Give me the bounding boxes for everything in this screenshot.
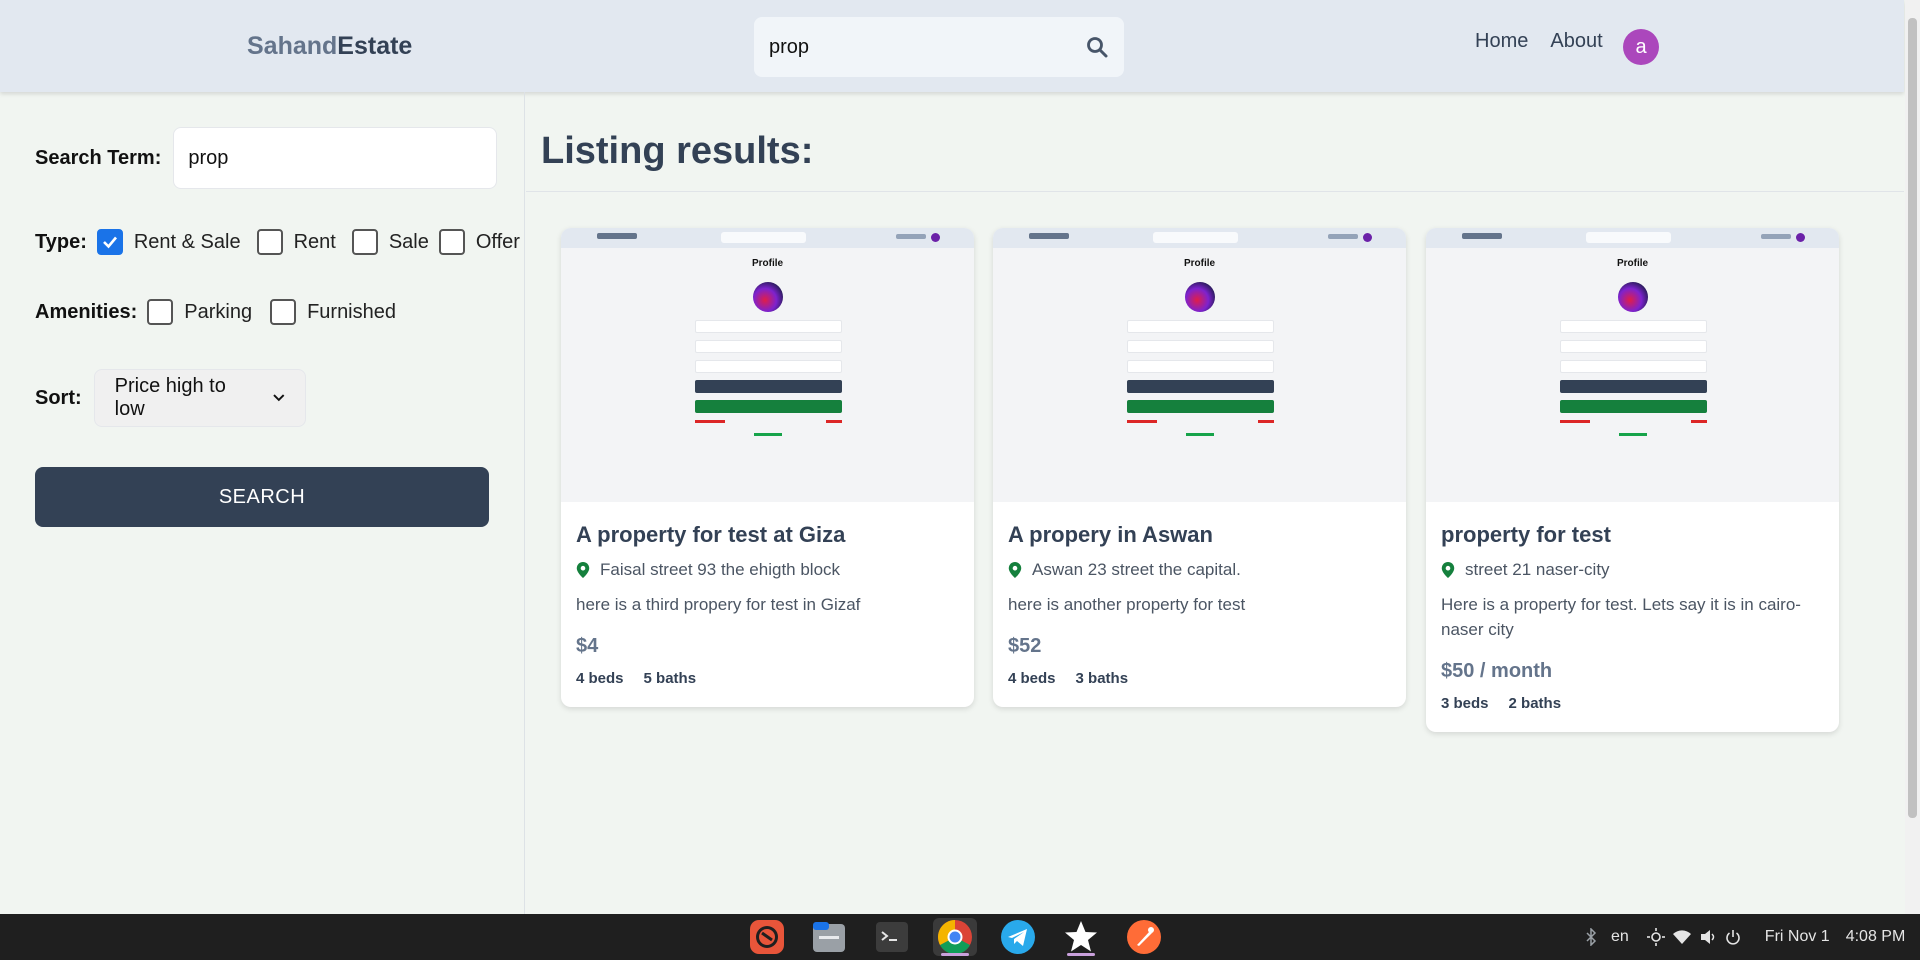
amenities-row: Amenities: Parking Furnished xyxy=(35,299,396,325)
postman-icon xyxy=(1127,920,1161,954)
files-icon xyxy=(813,922,845,952)
screenshot-app[interactable] xyxy=(745,918,789,956)
rent-sale-label: Rent & Sale xyxy=(133,230,241,253)
nav-about-link[interactable]: About xyxy=(1550,30,1602,53)
page-title: Listing results: xyxy=(541,130,814,172)
header-search-input[interactable] xyxy=(769,35,1085,59)
top-header: SahandEstate Home About a xyxy=(0,0,1904,92)
star-app[interactable] xyxy=(1059,918,1103,956)
star-icon xyxy=(1065,921,1097,952)
page-scrollbar[interactable] xyxy=(1905,0,1920,914)
type-row: Type: Rent & Sale Rent Sale Offer xyxy=(35,229,520,255)
listing-address-text: Faisal street 93 the ehigth block xyxy=(600,560,841,579)
listing-address: street 21 naser-city xyxy=(1441,560,1824,580)
listing-title[interactable]: A property for test at Giza xyxy=(576,522,959,548)
listing-description: here is a third propery for test in Giza… xyxy=(576,595,861,614)
power-icon xyxy=(1726,930,1740,945)
listing-card[interactable]: Profile property for test street 21 nase… xyxy=(1426,228,1839,732)
offer-label: Offer xyxy=(475,230,520,253)
search-button[interactable]: SEARCH xyxy=(35,467,489,527)
sale-label: Sale xyxy=(388,230,429,253)
bluetooth-icon xyxy=(1586,928,1597,946)
rent-sale-checkbox[interactable] xyxy=(96,229,123,255)
parking-checkbox[interactable] xyxy=(147,299,174,325)
listing-beds: 4 beds xyxy=(1008,670,1056,687)
listing-price: $52 xyxy=(1008,635,1042,657)
listing-baths: 3 baths xyxy=(1075,670,1129,687)
location-pin-icon xyxy=(1008,562,1022,578)
scrollbar-thumb[interactable] xyxy=(1908,18,1917,818)
screenshot-icon xyxy=(750,920,784,954)
chrome-app[interactable] xyxy=(933,918,977,956)
listing-baths: 5 baths xyxy=(643,670,697,687)
sale-checkbox[interactable] xyxy=(351,229,378,255)
terminal-app[interactable] xyxy=(870,918,914,956)
postman-app[interactable] xyxy=(1122,918,1166,956)
listing-description: here is another property for test xyxy=(1008,595,1246,614)
listing-price: $50 / month xyxy=(1441,660,1553,682)
telegram-app[interactable] xyxy=(996,918,1040,956)
logo-part1: Sahand xyxy=(247,32,338,60)
wifi-icon xyxy=(1672,930,1691,944)
location-pin-icon xyxy=(1441,562,1455,578)
listing-card[interactable]: Profile A property for test at Giza Fais… xyxy=(561,228,974,707)
time-display: 4:08 PM xyxy=(1845,928,1906,945)
listing-beds: 3 beds xyxy=(1441,695,1489,712)
search-term-label: Search Term: xyxy=(35,146,162,169)
listing-address: Aswan 23 street the capital. xyxy=(1008,560,1391,580)
listing-image[interactable]: Profile xyxy=(1426,228,1839,502)
main-nav: Home About xyxy=(1475,30,1603,53)
sort-value: Price high to low xyxy=(114,375,226,420)
amenities-label: Amenities: xyxy=(35,300,138,323)
listing-card[interactable]: Profile A propery in Aswan Aswan 23 stre… xyxy=(993,228,1406,707)
language-indicator: en xyxy=(1611,928,1629,945)
check-icon xyxy=(102,236,117,249)
listing-address: Faisal street 93 the ehigth block xyxy=(576,560,959,580)
terminal-icon xyxy=(876,922,908,952)
listing-title[interactable]: A propery in Aswan xyxy=(1008,522,1391,548)
search-term-row: Search Term: xyxy=(35,127,498,189)
sort-label: Sort: xyxy=(35,386,82,409)
listing-address-text: Aswan 23 street the capital. xyxy=(1032,560,1241,579)
listing-image[interactable]: Profile xyxy=(561,228,974,502)
header-search xyxy=(754,17,1124,77)
location-pin-icon xyxy=(576,562,590,578)
user-avatar[interactable]: a xyxy=(1623,29,1659,65)
listing-address-text: street 21 naser-city xyxy=(1465,560,1610,579)
listing-price: $4 xyxy=(576,635,599,657)
search-term-input[interactable] xyxy=(173,127,498,189)
filter-sidebar: Search Term: Type: Rent & Sale Rent Sale… xyxy=(0,92,525,914)
chevron-down-icon xyxy=(273,394,285,402)
volume-icon xyxy=(1700,930,1715,944)
listing-image-caption: Profile xyxy=(1616,258,1649,269)
listing-image-caption: Profile xyxy=(751,258,784,269)
listing-title[interactable]: property for test xyxy=(1441,522,1824,548)
rent-label: Rent xyxy=(293,230,336,253)
sort-row: Sort: Price high to low xyxy=(35,369,306,427)
type-label: Type: xyxy=(35,230,87,253)
date-display: Fri Nov 1 xyxy=(1764,928,1830,945)
listing-beds: 4 beds xyxy=(576,670,624,687)
furnished-checkbox[interactable] xyxy=(270,299,297,325)
logo-part2: Estate xyxy=(337,32,413,60)
parking-label: Parking xyxy=(184,300,253,323)
site-logo[interactable]: SahandEstate xyxy=(247,32,412,61)
sort-select[interactable]: Price high to low xyxy=(93,369,306,427)
nav-home-link[interactable]: Home xyxy=(1475,30,1528,53)
offer-checkbox[interactable] xyxy=(438,229,465,255)
rent-checkbox[interactable] xyxy=(256,229,283,255)
title-divider xyxy=(526,191,1904,192)
chrome-icon xyxy=(938,920,972,954)
os-taskbar: en Fri Nov 1 4:08 PM xyxy=(0,914,1920,960)
brightness-icon xyxy=(1646,928,1665,946)
listing-baths: 2 baths xyxy=(1508,695,1562,712)
listing-image-caption: Profile xyxy=(1183,258,1216,269)
listing-description: Here is a property for test. Lets say it… xyxy=(1441,595,1801,639)
files-app[interactable] xyxy=(807,918,851,956)
telegram-icon xyxy=(1001,920,1035,954)
furnished-label: Furnished xyxy=(307,300,396,323)
system-tray[interactable]: en Fri Nov 1 4:08 PM xyxy=(1585,914,1905,960)
search-icon[interactable] xyxy=(1085,35,1109,59)
listing-image[interactable]: Profile xyxy=(993,228,1406,502)
